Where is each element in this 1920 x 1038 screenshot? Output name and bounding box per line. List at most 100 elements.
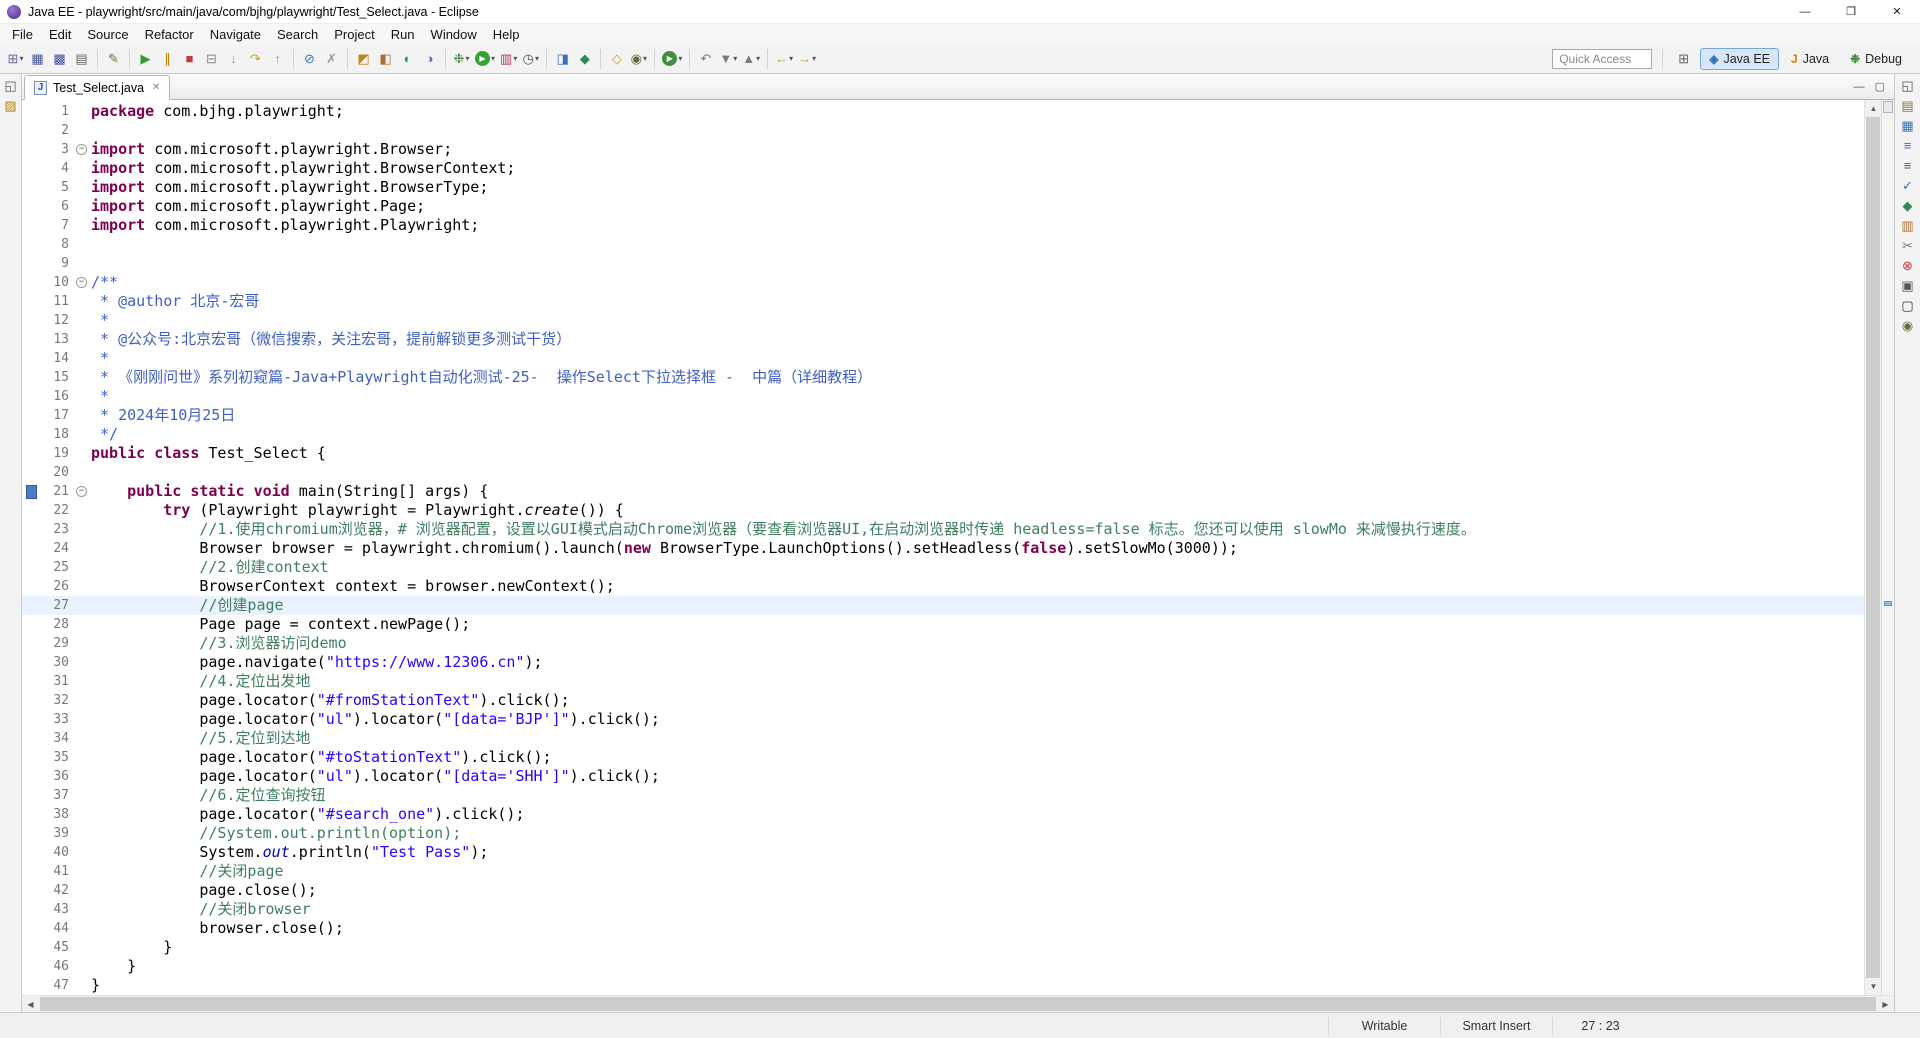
menu-help[interactable]: Help xyxy=(485,26,528,43)
menu-navigate[interactable]: Navigate xyxy=(202,26,269,43)
code-line-24[interactable]: 24 Browser browser = playwright.chromium… xyxy=(22,539,1864,558)
code-line-44[interactable]: 44 browser.close(); xyxy=(22,919,1864,938)
search-view-icon[interactable]: ◉ xyxy=(1902,319,1913,332)
code-line-32[interactable]: 32 page.locator("#fromStationText").clic… xyxy=(22,691,1864,710)
menu-file[interactable]: File xyxy=(4,26,41,43)
perspective-java-ee[interactable]: ◈Java EE xyxy=(1700,48,1779,70)
window-restore-button[interactable]: ❐ xyxy=(1828,0,1874,23)
code-line-22[interactable]: 22 try (Playwright playwright = Playwrig… xyxy=(22,501,1864,520)
servers-toolbar-icon[interactable]: ◆ xyxy=(574,47,595,71)
dropdown-arrow-icon[interactable]: ▾ xyxy=(812,54,816,63)
cursor-position-marker[interactable] xyxy=(1884,601,1892,606)
code-line-17[interactable]: 17 * 2024年10月25日 xyxy=(22,406,1864,425)
data-source-explorer-icon[interactable]: ▥ xyxy=(1901,219,1913,232)
snippets-icon[interactable]: ✂ xyxy=(1902,239,1913,252)
window-minimize-button[interactable]: — xyxy=(1782,0,1828,23)
code-line-25[interactable]: 25 //2.创建context xyxy=(22,558,1864,577)
code-line-13[interactable]: 13 * @公众号:北京宏哥（微信搜索，关注宏哥，提前解锁更多测试干货） xyxy=(22,330,1864,349)
code-line-10[interactable]: 10−/** xyxy=(22,273,1864,292)
code-line-1[interactable]: 1package com.bjhg.playwright; xyxy=(22,102,1864,121)
properties-icon[interactable]: ▣ xyxy=(1901,279,1913,292)
servers-view-icon[interactable]: ◆ xyxy=(1903,199,1913,212)
external-tools-icon[interactable]: ▶▾ xyxy=(660,47,684,71)
navigator-icon[interactable]: ▦ xyxy=(1901,119,1913,132)
vertical-scrollbar-thumb[interactable] xyxy=(1866,117,1880,978)
code-line-5[interactable]: 5import com.microsoft.playwright.Browser… xyxy=(22,178,1864,197)
back-icon[interactable]: ←▾ xyxy=(773,47,795,71)
code-area[interactable]: 1package com.bjhg.playwright;23−import c… xyxy=(22,100,1864,995)
maximize-editor-icon[interactable]: ▢ xyxy=(1875,80,1885,93)
code-line-47[interactable]: 47} xyxy=(22,976,1864,995)
minimize-editor-icon[interactable]: — xyxy=(1854,81,1865,93)
dropdown-arrow-icon[interactable]: ▾ xyxy=(789,54,793,63)
coverage-icon[interactable]: ▥▾ xyxy=(498,47,519,71)
code-line-14[interactable]: 14 * xyxy=(22,349,1864,368)
code-line-19[interactable]: 19public class Test_Select { xyxy=(22,444,1864,463)
new-package-icon[interactable]: ◧ xyxy=(375,47,396,71)
code-line-46[interactable]: 46 } xyxy=(22,957,1864,976)
code-line-37[interactable]: 37 //6.定位查询按钮 xyxy=(22,786,1864,805)
tab-test-select-java[interactable]: J Test_Select.java ✕ xyxy=(24,75,170,100)
fold-collapse-icon[interactable]: − xyxy=(76,144,87,155)
step-into-icon[interactable]: ↓ xyxy=(223,47,244,71)
code-line-30[interactable]: 30 page.navigate("https://www.12306.cn")… xyxy=(22,653,1864,672)
markers-icon[interactable]: ⊗ xyxy=(1902,259,1913,272)
new-java-project-icon[interactable]: ◩ xyxy=(353,47,374,71)
code-line-33[interactable]: 33 page.locator("ul").locator("[data='BJ… xyxy=(22,710,1864,729)
scroll-down-icon[interactable]: ▼ xyxy=(1865,978,1882,995)
vertical-scrollbar[interactable]: ▲ ▼ xyxy=(1864,100,1881,995)
dropdown-arrow-icon[interactable]: ▾ xyxy=(513,54,517,63)
terminate-icon[interactable]: ■ xyxy=(179,47,200,71)
code-line-43[interactable]: 43 //关闭browser xyxy=(22,900,1864,919)
next-annotation-icon[interactable]: ▼▾ xyxy=(717,47,739,71)
last-edit-location-icon[interactable]: ↶ xyxy=(695,47,716,71)
menu-search[interactable]: Search xyxy=(269,26,326,43)
forward-icon[interactable]: →▾ xyxy=(796,47,818,71)
code-line-23[interactable]: 23 //1.使用chromium浏览器，# 浏览器配置，设置以GUI模式启动C… xyxy=(22,520,1864,539)
annotate-icon[interactable]: ✎ xyxy=(103,47,124,71)
vertical-scrollbar-track[interactable] xyxy=(1865,117,1881,978)
scroll-right-icon[interactable]: ▶ xyxy=(1877,996,1894,1013)
code-line-9[interactable]: 9 xyxy=(22,254,1864,273)
code-line-6[interactable]: 6import com.microsoft.playwright.Page; xyxy=(22,197,1864,216)
code-line-39[interactable]: 39 //System.out.println(option); xyxy=(22,824,1864,843)
code-line-31[interactable]: 31 //4.定位出发地 xyxy=(22,672,1864,691)
scroll-up-icon[interactable]: ▲ xyxy=(1865,100,1882,117)
scroll-left-icon[interactable]: ◀ xyxy=(22,996,39,1013)
code-line-2[interactable]: 2 xyxy=(22,121,1864,140)
package-explorer-min-icon[interactable]: ▨ xyxy=(4,99,16,112)
console-icon[interactable]: ▢ xyxy=(1901,299,1913,312)
debug-icon[interactable]: ❉▾ xyxy=(451,47,472,71)
code-line-38[interactable]: 38 page.locator("#search_one").click(); xyxy=(22,805,1864,824)
save-icon[interactable]: ▦ xyxy=(27,47,48,71)
code-line-29[interactable]: 29 //3.浏览器访问demo xyxy=(22,634,1864,653)
code-line-7[interactable]: 7import com.microsoft.playwright.Playwri… xyxy=(22,216,1864,235)
new-servlet-icon[interactable]: ◨ xyxy=(552,47,573,71)
search-icon[interactable]: ◉▾ xyxy=(628,47,649,71)
code-line-27[interactable]: 27 //创建page xyxy=(22,596,1864,615)
clear-console-icon[interactable]: ✗ xyxy=(321,47,342,71)
profile-icon[interactable]: ◷▾ xyxy=(520,47,541,71)
code-line-41[interactable]: 41 //关闭page xyxy=(22,862,1864,881)
code-line-40[interactable]: 40 System.out.println("Test Pass"); xyxy=(22,843,1864,862)
code-line-15[interactable]: 15 * 《刚刚问世》系列初窥篇-Java+Playwright自动化测试-25… xyxy=(22,368,1864,387)
code-line-18[interactable]: 18 */ xyxy=(22,425,1864,444)
code-line-42[interactable]: 42 page.close(); xyxy=(22,881,1864,900)
dropdown-arrow-icon[interactable]: ▾ xyxy=(643,54,647,63)
resume-icon[interactable]: ▶ xyxy=(135,47,156,71)
code-line-21[interactable]: 21− public static void main(String[] arg… xyxy=(22,482,1864,501)
perspective-java[interactable]: JJava xyxy=(1782,48,1838,70)
code-line-45[interactable]: 45 } xyxy=(22,938,1864,957)
window-close-button[interactable]: ✕ xyxy=(1874,0,1920,23)
fold-collapse-icon[interactable]: − xyxy=(76,486,87,497)
horizontal-scrollbar-track[interactable] xyxy=(39,996,1877,1012)
project-explorer-icon[interactable]: ▤ xyxy=(1901,99,1913,112)
dropdown-arrow-icon[interactable]: ▾ xyxy=(678,54,682,63)
dropdown-arrow-icon[interactable]: ▾ xyxy=(491,54,495,63)
code-line-20[interactable]: 20 xyxy=(22,463,1864,482)
dropdown-arrow-icon[interactable]: ▾ xyxy=(465,54,469,63)
tab-close-icon[interactable]: ✕ xyxy=(150,82,160,93)
previous-annotation-icon[interactable]: ▲▾ xyxy=(740,47,762,71)
outline-icon[interactable]: ≡ xyxy=(1904,159,1912,172)
step-over-icon[interactable]: ↷ xyxy=(245,47,266,71)
